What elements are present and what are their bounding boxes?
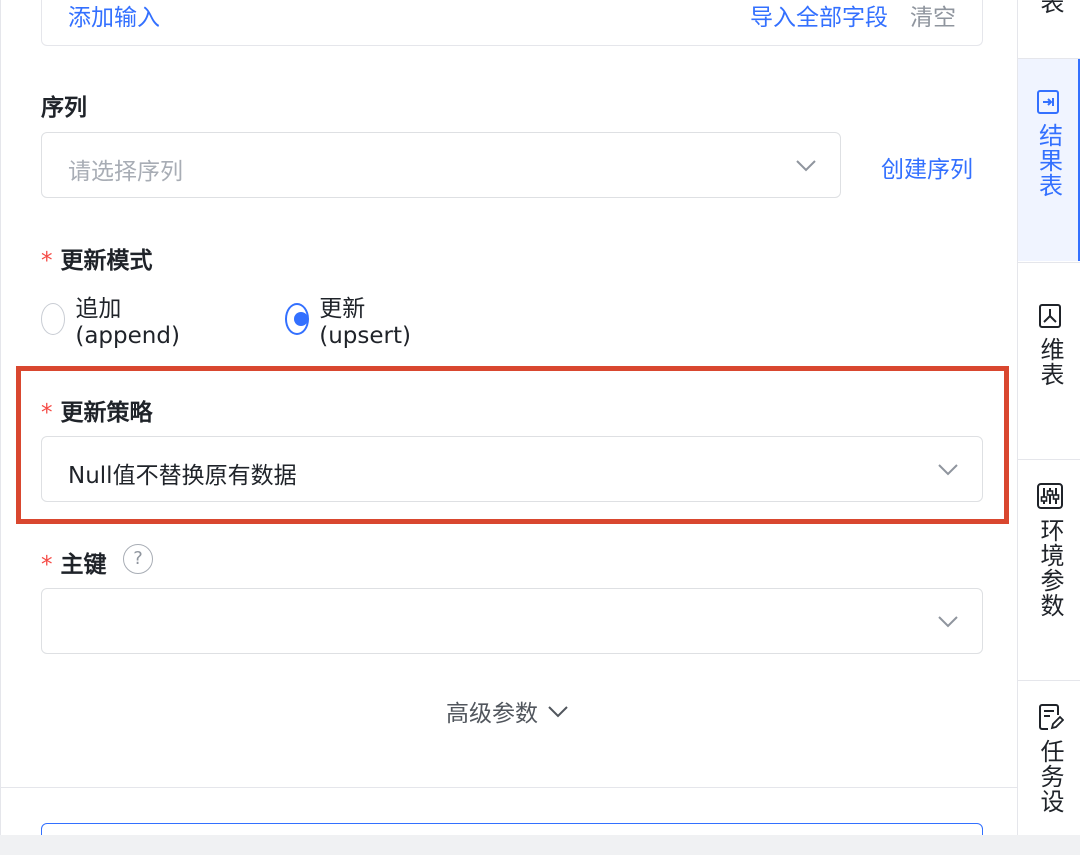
- tab-task-settings-label: 任务设: [1036, 739, 1064, 814]
- bottom-strip: [0, 835, 1080, 855]
- right-sidebar: 表 结果表 维表 环境参数 任务设: [1017, 0, 1080, 855]
- inputs-list-box: 添加输入 导入全部字段 清空: [41, 0, 983, 46]
- radio-circle-checked[interactable]: [281, 299, 325, 343]
- sequence-placeholder: 请选择序列: [68, 159, 183, 185]
- tab-env-params[interactable]: 环境参数: [1018, 460, 1080, 680]
- import-all-fields-link[interactable]: 导入全部字段: [750, 0, 888, 32]
- chevron-down-icon: [796, 160, 816, 172]
- config-panel: 添加输入 导入全部字段 清空 序列 请选择序列 创建序列 * 更新模式 追加(ap…: [0, 0, 1017, 855]
- required-mark: *: [41, 248, 53, 274]
- radio-upsert-label: 更新(upsert): [319, 296, 411, 349]
- update-strategy-select[interactable]: Null值不替换原有数据: [41, 436, 983, 502]
- primary-key-label-text: 主键: [60, 552, 107, 578]
- chevron-down-icon: [938, 464, 958, 476]
- tab-partial[interactable]: 表: [1018, 0, 1080, 50]
- help-icon[interactable]: ?: [123, 544, 153, 574]
- update-mode-label: * 更新模式: [41, 241, 153, 275]
- radio-upsert[interactable]: 更新(upsert): [281, 296, 419, 349]
- tab-env-params-label: 环境参数: [1036, 518, 1064, 618]
- sequence-label: 序列: [41, 95, 87, 121]
- tab-result-table[interactable]: 结果表: [1018, 59, 1080, 261]
- advanced-params-label: 高级参数: [446, 701, 538, 727]
- create-sequence-link[interactable]: 创建序列: [881, 150, 973, 184]
- update-strategy-label: * 更新策略: [41, 393, 153, 427]
- primary-key-label: * 主键: [41, 545, 107, 579]
- required-mark: *: [41, 552, 53, 578]
- radio-circle[interactable]: [41, 303, 66, 335]
- sequence-select[interactable]: 请选择序列: [41, 132, 841, 198]
- chevron-down-icon: [938, 616, 958, 628]
- tab-partial-label: 表: [1036, 0, 1064, 15]
- radio-append[interactable]: 追加(append): [41, 296, 188, 349]
- edit-document-icon: [1038, 704, 1064, 730]
- tab-result-table-label: 结果表: [1034, 123, 1063, 198]
- dimension-table-icon: [1038, 304, 1061, 328]
- advanced-params-toggle[interactable]: 高级参数: [446, 694, 570, 728]
- clear-link[interactable]: 清空: [910, 0, 956, 32]
- tab-task-settings[interactable]: 任务设: [1018, 681, 1080, 855]
- update-strategy-label-text: 更新策略: [60, 400, 153, 426]
- sliders-icon: [1036, 483, 1063, 509]
- add-input-link[interactable]: 添加输入: [68, 0, 160, 32]
- update-strategy-value: Null值不替换原有数据: [68, 463, 297, 489]
- required-mark: *: [41, 400, 53, 426]
- tab-dimension-table[interactable]: 维表: [1018, 263, 1080, 459]
- tab-dimension-table-label: 维表: [1036, 337, 1064, 387]
- chevron-down-icon: [548, 706, 568, 718]
- update-mode-label-text: 更新模式: [60, 248, 153, 274]
- divider: [1, 787, 1017, 788]
- primary-key-select[interactable]: [41, 588, 983, 654]
- result-table-icon: [1037, 90, 1059, 114]
- radio-append-label: 追加(append): [75, 296, 180, 349]
